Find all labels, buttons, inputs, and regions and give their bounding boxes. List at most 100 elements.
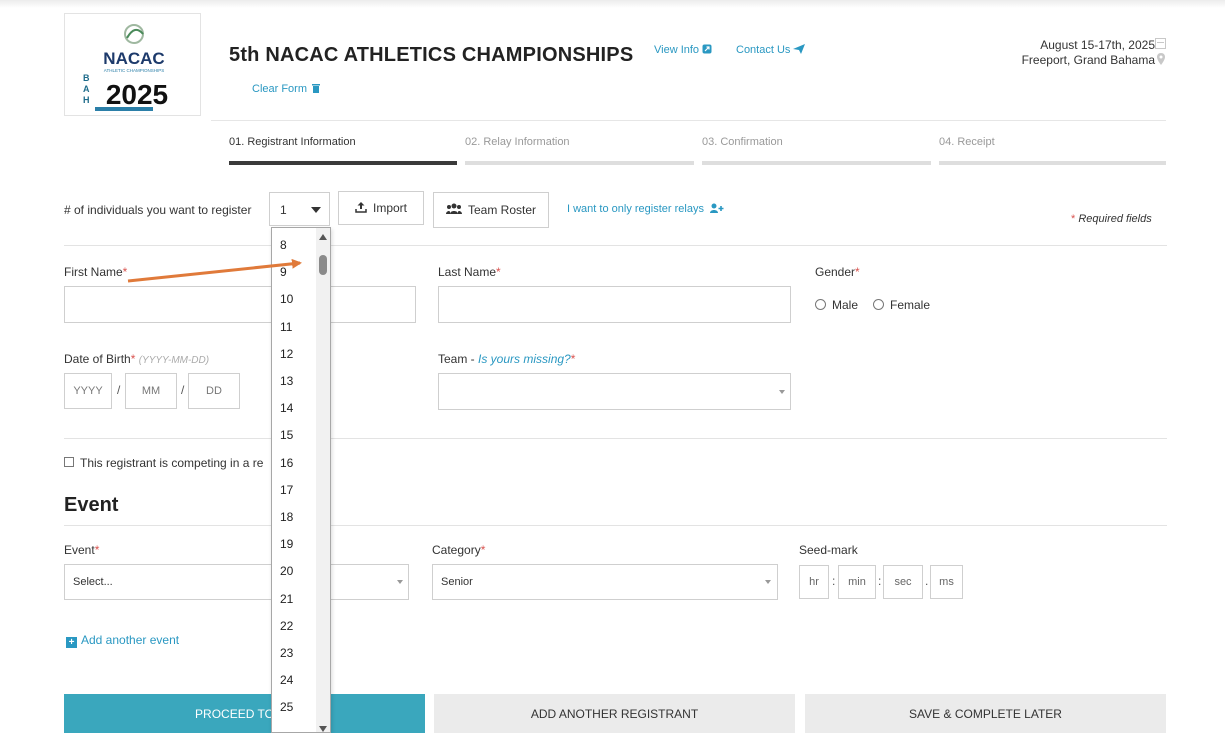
event-section-title: Event bbox=[64, 494, 119, 516]
step-bar-relay bbox=[465, 161, 694, 165]
dob-day-input[interactable]: DD bbox=[188, 373, 240, 409]
last-name-text: Last Name bbox=[438, 265, 497, 279]
step-bar-confirmation bbox=[702, 161, 931, 165]
dob-separator: / bbox=[117, 383, 121, 397]
seed-hours-placeholder: hr bbox=[809, 576, 819, 588]
seed-ms-input[interactable]: ms bbox=[930, 565, 963, 599]
contact-us-link[interactable]: Contact Us bbox=[736, 44, 806, 57]
category-text: Category bbox=[432, 543, 481, 557]
external-link-icon bbox=[702, 44, 712, 57]
logo-subtitle: ATHLETIC CHAMPIONSHIPS bbox=[104, 68, 164, 73]
step-confirmation[interactable]: 03. Confirmation bbox=[702, 136, 783, 148]
dropdown-option[interactable]: 24 bbox=[280, 673, 293, 687]
scroll-down-arrow-icon[interactable] bbox=[319, 726, 327, 732]
required-star: * bbox=[130, 352, 136, 366]
trash-icon bbox=[312, 83, 321, 96]
gender-text: Gender bbox=[815, 265, 856, 279]
chevron-down-icon bbox=[779, 390, 785, 394]
import-label: Import bbox=[372, 201, 407, 215]
add-another-event-link[interactable]: + Add another event bbox=[66, 633, 179, 648]
view-info-link[interactable]: View Info bbox=[654, 44, 712, 57]
step-receipt[interactable]: 04. Receipt bbox=[939, 136, 995, 148]
scroll-up-arrow-icon[interactable] bbox=[319, 234, 327, 240]
dropdown-option[interactable]: 15 bbox=[280, 428, 293, 442]
dropdown-option[interactable]: 11 bbox=[280, 320, 292, 334]
logo-letter-h: H bbox=[83, 95, 90, 105]
clear-form-label: Clear Form bbox=[252, 83, 308, 95]
save-later-label: SAVE & COMPLETE LATER bbox=[909, 706, 1062, 721]
dropdown-option[interactable]: 22 bbox=[280, 619, 293, 633]
upload-icon bbox=[355, 201, 367, 216]
dob-year-input[interactable]: YYYY bbox=[64, 373, 112, 409]
team-roster-label: Team Roster bbox=[467, 203, 537, 217]
relay-competing-checkbox[interactable] bbox=[64, 457, 74, 467]
last-name-label: Last Name* bbox=[438, 265, 501, 279]
gender-male-label[interactable]: Male bbox=[832, 298, 858, 312]
dob-day-placeholder: DD bbox=[206, 385, 222, 397]
registrant-count-select[interactable]: 1 bbox=[269, 192, 330, 226]
calendar-icon bbox=[1155, 38, 1166, 49]
relay-competing-label[interactable]: This registrant is competing in a re bbox=[80, 456, 263, 470]
dob-month-input[interactable]: MM bbox=[125, 373, 177, 409]
dropdown-option[interactable]: 18 bbox=[280, 510, 293, 524]
dropdown-option[interactable]: 10 bbox=[280, 292, 293, 306]
divider bbox=[64, 438, 1167, 439]
dropdown-option[interactable]: 8 bbox=[280, 238, 287, 252]
event-select[interactable]: Select... bbox=[64, 564, 409, 600]
dropdown-option[interactable]: 17 bbox=[280, 483, 293, 497]
seed-seconds-input[interactable]: sec bbox=[883, 565, 923, 599]
users-icon bbox=[445, 203, 462, 217]
seed-hours-input[interactable]: hr bbox=[799, 565, 829, 599]
dropdown-option[interactable]: 14 bbox=[280, 401, 293, 415]
registrant-count-label: # of individuals you want to register bbox=[64, 203, 252, 217]
dropdown-option[interactable]: 25 bbox=[280, 700, 293, 714]
add-another-registrant-button[interactable]: ADD ANOTHER REGISTRANT bbox=[434, 694, 795, 733]
scrollbar-thumb[interactable] bbox=[319, 255, 327, 275]
step-registrant-info[interactable]: 01. Registrant Information bbox=[229, 136, 356, 148]
team-missing-link[interactable]: Is yours missing? bbox=[478, 352, 571, 366]
step-relay-info[interactable]: 02. Relay Information bbox=[465, 136, 570, 148]
logo-letter-b: B bbox=[83, 73, 90, 83]
team-roster-button[interactable]: Team Roster bbox=[433, 192, 549, 228]
team-text: Team - bbox=[438, 352, 479, 366]
registrant-count-dropdown-list[interactable]: 8 9 10 11 12 13 14 15 16 17 18 19 20 21 22 23 24 25 bbox=[271, 227, 331, 733]
clear-form-link[interactable]: Clear Form bbox=[252, 83, 321, 96]
proceed-button[interactable]: PROCEED TO NE bbox=[64, 694, 425, 733]
dropdown-option[interactable]: 12 bbox=[280, 347, 293, 361]
team-select[interactable] bbox=[438, 373, 791, 410]
dob-separator: / bbox=[181, 383, 185, 397]
top-shadow bbox=[0, 0, 1225, 8]
dropdown-option[interactable]: 9 bbox=[280, 265, 287, 279]
dropdown-option[interactable]: 21 bbox=[280, 592, 293, 606]
gender-female-label[interactable]: Female bbox=[890, 298, 930, 312]
chevron-down-icon bbox=[397, 580, 403, 584]
view-info-label: View Info bbox=[654, 44, 700, 56]
contact-us-label: Contact Us bbox=[736, 44, 791, 56]
step-bar-receipt bbox=[939, 161, 1166, 165]
required-fields-note: * Required fields bbox=[1071, 213, 1152, 225]
first-name-input[interactable] bbox=[64, 286, 416, 323]
last-name-input[interactable] bbox=[438, 286, 791, 323]
user-plus-icon bbox=[710, 203, 724, 216]
gender-female-radio[interactable] bbox=[873, 299, 884, 310]
seed-minutes-input[interactable]: min bbox=[838, 565, 876, 599]
category-label: Category* bbox=[432, 543, 485, 557]
logo-graphic: NACAC ATHLETIC CHAMPIONSHIPS B A H 2025 bbox=[83, 24, 168, 111]
seed-seconds-placeholder: sec bbox=[894, 576, 912, 588]
dropdown-option[interactable]: 20 bbox=[280, 564, 293, 578]
gender-male-radio[interactable] bbox=[815, 299, 826, 310]
dropdown-option[interactable]: 23 bbox=[280, 646, 293, 660]
event-date: August 15-17th, 2025 bbox=[1040, 38, 1155, 52]
seed-separator: : bbox=[832, 574, 836, 588]
dropdown-option[interactable]: 16 bbox=[280, 456, 293, 470]
required-star: * bbox=[855, 265, 860, 279]
dropdown-option[interactable]: 19 bbox=[280, 537, 293, 551]
dropdown-option[interactable]: 13 bbox=[280, 374, 293, 388]
import-button[interactable]: Import bbox=[338, 191, 424, 225]
dob-hint: (YYYY-MM-DD) bbox=[138, 355, 210, 366]
dropdown-scrollbar[interactable] bbox=[316, 228, 330, 732]
seed-separator: : bbox=[878, 574, 882, 588]
save-complete-later-button[interactable]: SAVE & COMPLETE LATER bbox=[805, 694, 1166, 733]
category-select[interactable]: Senior bbox=[432, 564, 778, 600]
register-relays-only-link[interactable]: I want to only register relays bbox=[567, 203, 724, 216]
